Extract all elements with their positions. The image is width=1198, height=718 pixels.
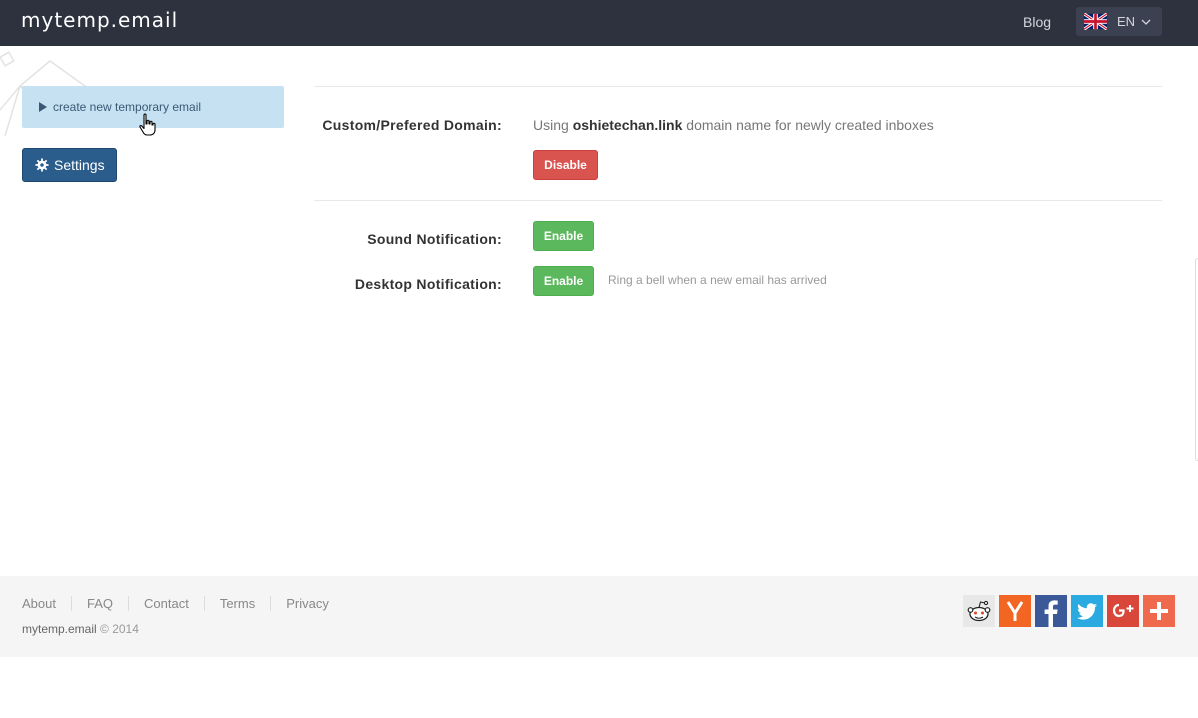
footer-link-about[interactable]: About: [22, 596, 71, 611]
twitter-icon: [1071, 595, 1103, 627]
custom-domain-label: Custom/Prefered Domain:: [322, 117, 502, 133]
footer-links: About FAQ Contact Terms Privacy: [22, 596, 344, 611]
language-code: EN: [1117, 14, 1136, 29]
chevron-down-icon: [1141, 19, 1151, 25]
share-plus-icon: [1143, 595, 1175, 627]
googleplus-icon: [1107, 595, 1139, 627]
footer-link-privacy[interactable]: Privacy: [270, 596, 344, 611]
gear-icon: [35, 158, 49, 172]
hand-cursor-icon: [139, 113, 156, 136]
language-selector[interactable]: EN: [1076, 7, 1162, 36]
footer-link-faq[interactable]: FAQ: [70, 596, 128, 611]
domain-text-prefix: Using: [533, 117, 569, 133]
twitter-share-button[interactable]: [1071, 595, 1103, 627]
footer-link-contact[interactable]: Contact: [128, 596, 204, 611]
facebook-icon: [1035, 595, 1067, 627]
settings-label: Settings: [54, 157, 105, 173]
sound-notification-label: Sound Notification:: [367, 231, 502, 247]
site-logo[interactable]: mytemp.email: [21, 8, 178, 32]
custom-domain-description: Using oshietechan.link domain name for n…: [533, 117, 934, 133]
nav-blog-link[interactable]: Blog: [1023, 14, 1051, 30]
copyright-brand: mytemp.email: [22, 622, 97, 636]
desktop-notification-hint: Ring a bell when a new email has arrived: [608, 273, 827, 287]
googleplus-share-button[interactable]: [1107, 595, 1139, 627]
enable-desktop-button[interactable]: Enable: [533, 266, 594, 296]
settings-button[interactable]: Settings: [22, 148, 117, 182]
hackernews-share-button[interactable]: [999, 595, 1031, 627]
divider: [314, 200, 1162, 201]
copyright: mytemp.email © 2014: [22, 622, 139, 636]
reddit-icon: [963, 595, 995, 627]
footer-link-terms[interactable]: Terms: [203, 596, 270, 611]
facebook-share-button[interactable]: [1035, 595, 1067, 627]
enable-sound-button[interactable]: Enable: [533, 221, 594, 251]
top-navbar: mytemp.email Blog EN: [0, 0, 1198, 46]
create-new-email-label: create new temporary email: [53, 100, 202, 114]
more-share-button[interactable]: [1143, 595, 1175, 627]
hackernews-icon: [999, 595, 1031, 627]
desktop-notification-label: Desktop Notification:: [354, 276, 502, 292]
play-icon: [39, 102, 47, 112]
domain-text-suffix: domain name for newly created inboxes: [686, 117, 934, 133]
copyright-year: © 2014: [100, 622, 139, 636]
domain-name: oshietechan.link: [572, 117, 683, 133]
divider: [314, 86, 1162, 87]
footer: About FAQ Contact Terms Privacy mytemp.e…: [0, 576, 1198, 657]
uk-flag-icon: [1084, 13, 1107, 30]
disable-domain-button[interactable]: Disable: [533, 150, 598, 180]
reddit-share-button[interactable]: [963, 595, 995, 627]
